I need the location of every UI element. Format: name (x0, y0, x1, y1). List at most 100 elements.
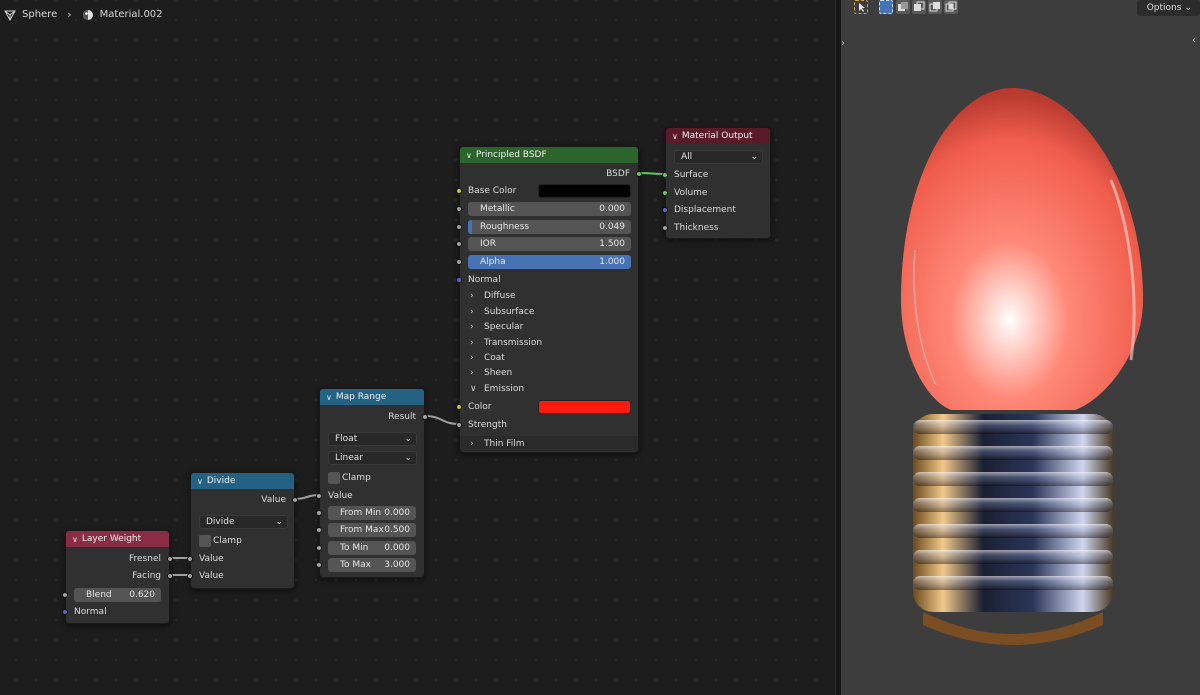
metallic-field[interactable]: Metallic 0.000 (468, 202, 631, 216)
alpha-label: Alpha (480, 257, 506, 267)
panel-label: Specular (484, 321, 524, 332)
material-output-header[interactable]: ∨ Material Output (666, 128, 770, 144)
from-max-label: From Max (340, 525, 384, 535)
alpha-value: 1.000 (599, 257, 625, 267)
interpolation-dropdown[interactable]: Linear ⌄ (328, 451, 417, 465)
operation-dropdown[interactable]: Divide ⌄ (199, 515, 288, 529)
clamp-label: Clamp (342, 473, 371, 483)
chevron-right-icon: › (470, 352, 474, 363)
chevron-right-icon: › (470, 290, 474, 301)
divide-header[interactable]: ∨ Divide (191, 473, 294, 489)
ior-input-socket[interactable] (456, 241, 462, 247)
node-title: Layer Weight (81, 534, 142, 544)
chevron-down-icon: ⌄ (750, 152, 758, 162)
thickness-input-socket[interactable] (662, 225, 668, 231)
clamp-checkbox[interactable] (199, 535, 211, 547)
chevron-right-icon: › (470, 306, 474, 317)
fresnel-output-socket[interactable] (167, 556, 173, 562)
to-max-field[interactable]: To Max 3.000 (328, 558, 416, 572)
to-max-input-socket[interactable] (316, 562, 322, 568)
layer-weight-node[interactable]: ∨ Layer Weight Fresnel Facing Blend 0.62… (62, 530, 173, 624)
normal-input-socket[interactable] (456, 277, 462, 283)
from-max-input-socket[interactable] (316, 527, 322, 533)
breadcrumb-chevron-icon: › (67, 8, 72, 21)
roughness-input-socket[interactable] (456, 224, 462, 230)
principled-bsdf-header[interactable]: ∨ Principled BSDF (460, 147, 638, 163)
collapse-chevron-icon[interactable]: ∨ (72, 535, 78, 544)
panel-sheen[interactable]: › Sheen (460, 365, 638, 380)
from-min-input-socket[interactable] (316, 510, 322, 516)
to-min-field[interactable]: To Min 0.000 (328, 541, 416, 555)
value1-input-socket[interactable] (187, 556, 193, 562)
blend-field[interactable]: Blend 0.620 (74, 588, 161, 602)
blend-input-socket[interactable] (62, 592, 68, 598)
3d-viewport[interactable]: Options ⌄ › ‹ (841, 0, 1200, 695)
collapse-chevron-icon[interactable]: ∨ (672, 132, 678, 141)
collapse-chevron-icon[interactable]: ∨ (197, 477, 203, 486)
ior-value: 1.500 (599, 239, 625, 249)
panel-coat[interactable]: › Coat (460, 350, 638, 365)
metallic-label: Metallic (480, 204, 515, 214)
panel-label: Thin Film (484, 438, 525, 449)
divide-node[interactable]: ∨ Divide Value Divide ⌄ Clamp Value Valu… (187, 472, 298, 589)
panel-specular[interactable]: › Specular (460, 319, 638, 334)
value-output-socket[interactable] (292, 497, 298, 503)
alpha-field[interactable]: Alpha 1.000 (468, 255, 631, 269)
value-input-socket[interactable] (316, 493, 322, 499)
layer-weight-header[interactable]: ∨ Layer Weight (66, 531, 169, 547)
value2-input-socket[interactable] (187, 573, 193, 579)
panel-subsurface[interactable]: › Subsurface (460, 304, 638, 319)
from-min-label: From Min (340, 508, 382, 518)
map-range-node[interactable]: ∨ Map Range Result Float ⌄ Linear ⌄ Clam… (316, 388, 428, 578)
node-title: Divide (206, 476, 236, 486)
principled-bsdf-node[interactable]: ∨ Principled BSDF BSDF Base Color Metall… (456, 146, 642, 453)
data-type-dropdown[interactable]: Float ⌄ (328, 432, 417, 446)
fresnel-output-label: Fresnel (129, 554, 161, 564)
node-title: Material Output (681, 131, 753, 141)
map-range-header[interactable]: ∨ Map Range (320, 389, 424, 405)
volume-input-socket[interactable] (662, 190, 668, 196)
facing-output-label: Facing (132, 571, 161, 581)
base-color-swatch[interactable] (538, 184, 631, 198)
metallic-input-socket[interactable] (456, 206, 462, 212)
from-max-field[interactable]: From Max 0.500 (328, 523, 416, 537)
breadcrumb-material[interactable]: Material.002 (100, 9, 163, 20)
panel-diffuse[interactable]: › Diffuse (460, 288, 638, 303)
emission-color-swatch[interactable] (538, 400, 631, 414)
facing-output-socket[interactable] (167, 573, 173, 579)
from-max-value: 0.500 (384, 525, 410, 535)
collapse-chevron-icon[interactable]: ∨ (466, 151, 472, 160)
displacement-input-socket[interactable] (662, 207, 668, 213)
panel-transmission[interactable]: › Transmission (460, 335, 638, 350)
bulb-glass (901, 88, 1143, 410)
emission-strength-input-socket[interactable] (456, 422, 462, 428)
surface-input-socket[interactable] (662, 172, 668, 178)
panel-emission[interactable]: ∨ Emission (460, 381, 638, 396)
base-color-input-socket[interactable] (456, 188, 462, 194)
breadcrumb-object[interactable]: Sphere (22, 9, 57, 20)
node-title: Principled BSDF (475, 150, 547, 160)
alpha-input-socket[interactable] (456, 259, 462, 265)
bsdf-output-socket[interactable] (636, 171, 642, 177)
roughness-field[interactable]: Roughness 0.049 (468, 220, 631, 234)
roughness-label: Roughness (480, 222, 530, 232)
clamp-checkbox[interactable] (328, 472, 340, 484)
emission-color-input-socket[interactable] (456, 404, 462, 410)
node-editor[interactable]: Sphere › Material.002 ∨ Layer Weight Fre… (0, 0, 835, 695)
thickness-label: Thickness (674, 223, 719, 233)
material-output-node[interactable]: ∨ Material Output All ⌄ Surface Volume D… (662, 127, 771, 239)
value1-input-label: Value (199, 554, 224, 564)
target-dropdown[interactable]: All ⌄ (674, 150, 763, 164)
to-min-input-socket[interactable] (316, 545, 322, 551)
panel-thin-film[interactable]: › Thin Film (460, 436, 638, 451)
ior-field[interactable]: IOR 1.500 (468, 237, 631, 251)
chevron-right-icon: › (470, 438, 474, 449)
from-min-field[interactable]: From Min 0.000 (328, 506, 416, 520)
normal-input-label: Normal (74, 607, 107, 617)
normal-input-socket[interactable] (62, 609, 68, 615)
from-min-value: 0.000 (384, 508, 410, 518)
result-output-label: Result (388, 412, 416, 422)
result-output-socket[interactable] (422, 414, 428, 420)
chevron-down-icon: ∨ (470, 383, 477, 394)
collapse-chevron-icon[interactable]: ∨ (326, 393, 332, 402)
